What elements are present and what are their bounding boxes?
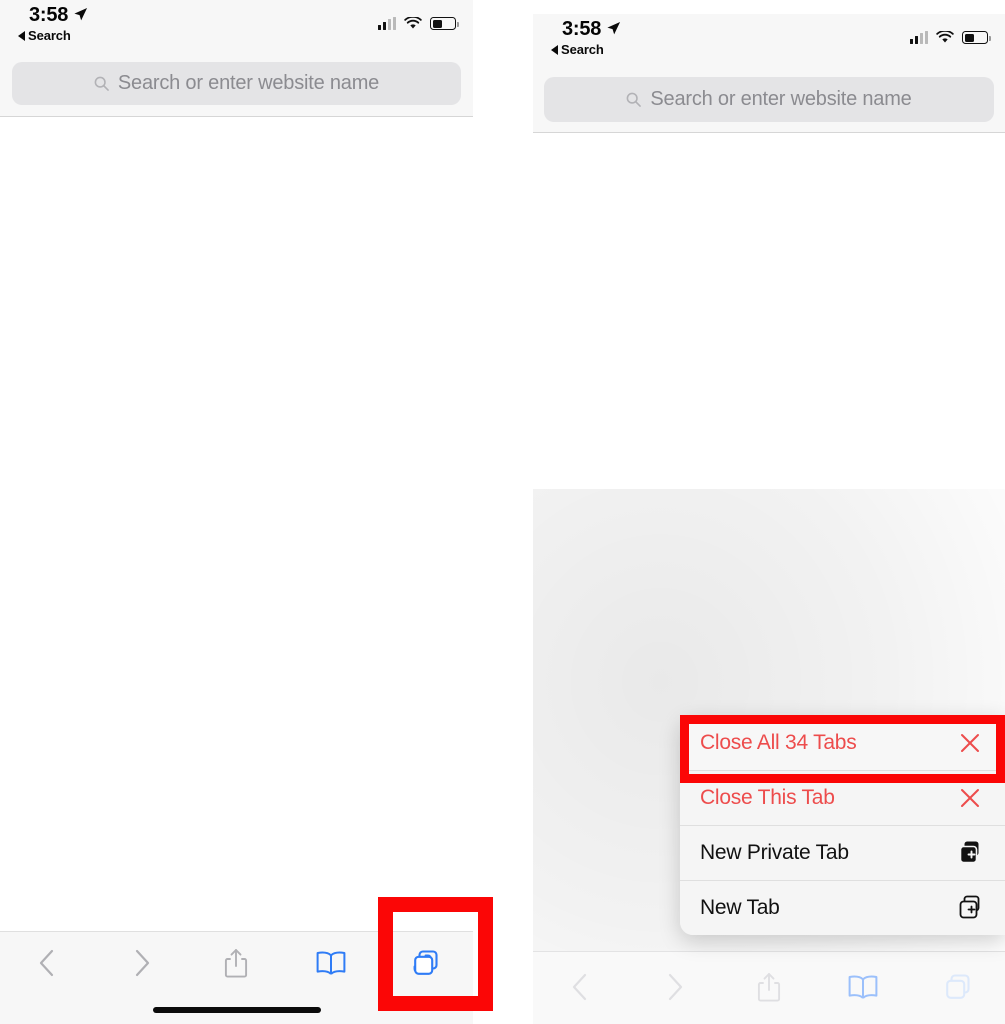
- status-bar-left: 3:58 Search: [0, 0, 473, 54]
- address-bar[interactable]: Search or enter website name: [12, 62, 461, 105]
- share-icon: [225, 949, 248, 978]
- status-bar-left-cluster: 3:58 Search: [551, 19, 621, 57]
- battery-icon: [430, 17, 459, 30]
- wifi-icon: [936, 29, 954, 44]
- status-bar-right-cluster: [910, 29, 991, 44]
- status-time-row: 3:58: [18, 5, 88, 25]
- chevron-right-icon: [135, 949, 149, 977]
- back-triangle-icon: [18, 30, 25, 41]
- close-all-tabs-menu-item[interactable]: Close All 34 Tabs: [680, 715, 1005, 770]
- browser-chrome-right: 3:58 Search Search or enter website name: [533, 14, 1005, 133]
- status-bar-right-cluster: [378, 15, 459, 30]
- back-button[interactable]: [533, 952, 627, 1022]
- tabs-icon: [945, 974, 970, 999]
- bookmarks-button[interactable]: [816, 952, 910, 1022]
- book-icon: [849, 975, 878, 999]
- address-bar[interactable]: Search or enter website name: [544, 77, 994, 122]
- bottom-toolbar-left: [0, 931, 473, 1024]
- cellular-signal-icon: [910, 31, 928, 44]
- menu-item-label: Close This Tab: [700, 785, 835, 809]
- location-arrow-icon: [73, 7, 88, 22]
- new-private-tab-menu-item[interactable]: New Private Tab: [680, 825, 1005, 880]
- web-content-area-left: [0, 117, 473, 1024]
- forward-button[interactable]: [627, 952, 721, 1022]
- share-icon: [757, 973, 781, 1002]
- status-bar-right: 3:58 Search: [533, 14, 1005, 68]
- status-bar-left-cluster: 3:58 Search: [18, 5, 88, 43]
- menu-item-label: New Private Tab: [700, 840, 849, 864]
- chevron-left-icon: [573, 973, 587, 1001]
- forward-button[interactable]: [95, 932, 190, 994]
- close-x-icon: [957, 730, 983, 756]
- status-time: 3:58: [29, 4, 69, 26]
- new-tab-icon: [957, 895, 983, 921]
- search-icon: [626, 92, 642, 107]
- menu-item-label: New Tab: [700, 895, 780, 919]
- location-arrow-icon: [606, 21, 621, 36]
- search-icon: [94, 76, 109, 91]
- bottom-toolbar-right: [533, 951, 1005, 1024]
- status-time-row: 3:58: [551, 19, 621, 39]
- back-button[interactable]: [0, 932, 95, 994]
- menu-item-label: Close All 34 Tabs: [700, 730, 857, 754]
- back-to-app-label: Search: [28, 28, 71, 43]
- book-icon: [316, 951, 346, 975]
- wifi-icon: [404, 15, 422, 30]
- back-to-app-label: Search: [561, 42, 604, 57]
- back-triangle-icon: [551, 44, 558, 55]
- close-this-tab-menu-item[interactable]: Close This Tab: [680, 770, 1005, 825]
- chevron-right-icon: [668, 973, 682, 1001]
- status-time: 3:58: [562, 18, 602, 40]
- safari-screenshot-before: 3:58 Search Search or enter website name: [0, 0, 473, 1024]
- tabs-icon: [413, 950, 438, 975]
- tabs-button[interactable]: [378, 932, 473, 994]
- home-indicator: [152, 1007, 321, 1013]
- battery-icon: [962, 31, 991, 44]
- address-bar-placeholder: Search or enter website name: [117, 72, 380, 94]
- tabs-button[interactable]: [911, 952, 1005, 1022]
- bookmarks-button[interactable]: [284, 932, 379, 994]
- new-private-tab-icon: [957, 840, 983, 866]
- cellular-signal-icon: [378, 17, 396, 30]
- tabs-context-menu: Close All 34 Tabs Close This Tab New Pri…: [680, 715, 1005, 935]
- address-bar-placeholder: Search or enter website name: [650, 88, 912, 110]
- new-tab-menu-item[interactable]: New Tab: [680, 880, 1005, 935]
- close-x-icon: [957, 785, 983, 811]
- share-button[interactable]: [189, 932, 284, 994]
- browser-chrome-left: 3:58 Search Search or enter website name: [0, 0, 473, 117]
- share-button[interactable]: [722, 952, 816, 1022]
- chevron-left-icon: [40, 949, 54, 977]
- back-to-app-button[interactable]: Search: [18, 28, 71, 43]
- back-to-app-button[interactable]: Search: [551, 42, 604, 57]
